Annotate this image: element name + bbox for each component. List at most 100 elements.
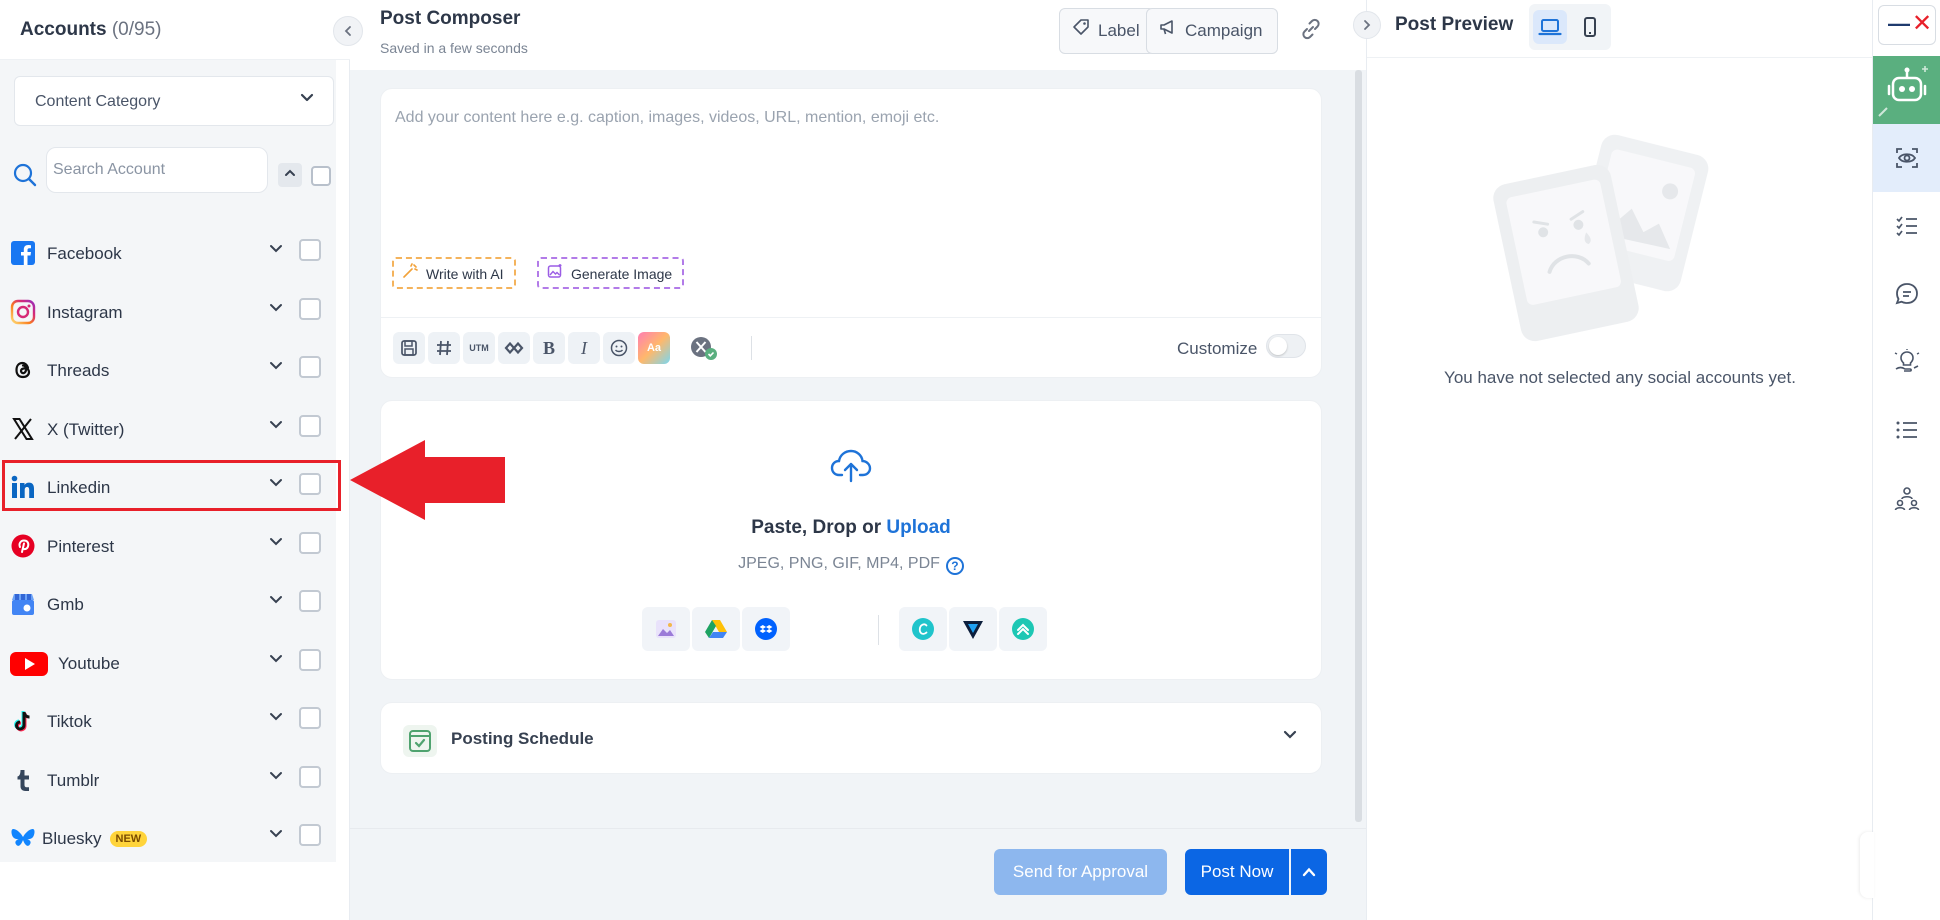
send-for-approval-button[interactable]: Send for Approval	[994, 849, 1167, 895]
platform-checkbox[interactable]	[299, 297, 321, 320]
red-arrow-annotation	[350, 440, 505, 520]
platform-checkbox[interactable]	[299, 590, 321, 612]
ideas-button[interactable]	[1873, 328, 1940, 396]
emoji-icon[interactable]	[603, 332, 635, 364]
platform-row-bluesky[interactable]: Bluesky NEW	[0, 811, 336, 870]
search-account-input[interactable]	[46, 147, 268, 193]
utm-icon[interactable]: UTM	[463, 332, 495, 364]
vistacreate-button[interactable]	[949, 607, 997, 651]
font-style-icon[interactable]: Aa	[638, 332, 670, 364]
platform-row-instagram[interactable]: Instagram	[0, 285, 336, 344]
google-drive-button[interactable]	[692, 607, 740, 651]
hashtag-icon[interactable]	[428, 332, 460, 364]
platform-checkbox[interactable]	[299, 648, 321, 671]
platform-row-tiktok[interactable]: Tiktok	[0, 694, 336, 753]
platform-row-facebook[interactable]: Facebook	[0, 226, 336, 285]
ai-assistant-button[interactable]	[1873, 56, 1940, 124]
platform-checkbox[interactable]	[299, 239, 321, 261]
composer-scrollbar[interactable]	[1355, 70, 1362, 822]
write-with-ai-button[interactable]: Write with AI	[392, 257, 516, 289]
chevron-down-icon[interactable]	[268, 240, 284, 261]
upload-link[interactable]: Upload	[886, 517, 950, 538]
save-draft-icon[interactable]	[393, 332, 425, 364]
accounts-sidebar: Accounts (0/95) Content Category Faceboo…	[0, 0, 350, 920]
tag-icon	[1072, 10, 1090, 54]
media-upload-area[interactable]: Paste, Drop or Upload JPEG, PNG, GIF, MP…	[380, 400, 1322, 680]
help-icon[interactable]: ?	[945, 557, 964, 575]
close-icon[interactable]: ✕	[1912, 9, 1932, 38]
content-category-select[interactable]: Content Category	[14, 76, 334, 126]
supported-formats: JPEG, PNG, GIF, MP4, PDF?	[381, 555, 1321, 575]
minimize-icon[interactable]: —	[1888, 11, 1910, 37]
mobile-view-button[interactable]	[1573, 10, 1607, 44]
threads-icon	[15, 361, 31, 379]
content-editor[interactable]: Add your content here e.g. caption, imag…	[380, 88, 1322, 378]
chevron-down-icon[interactable]	[268, 416, 284, 437]
platform-checkbox[interactable]	[299, 765, 321, 788]
expand-preview-button[interactable]	[1353, 11, 1381, 39]
lightbulb-hand-icon	[1894, 349, 1920, 372]
posting-schedule-section[interactable]: Posting Schedule	[380, 702, 1322, 774]
link-icon[interactable]	[1298, 16, 1328, 46]
rail-drawer-handle[interactable]	[1860, 832, 1874, 898]
customize-toggle[interactable]	[1266, 334, 1306, 358]
canva-button[interactable]	[899, 607, 947, 651]
platform-checkbox[interactable]	[299, 707, 321, 729]
platform-checkbox[interactable]	[299, 356, 321, 378]
preview-eye-button[interactable]	[1873, 124, 1940, 192]
platform-checkbox[interactable]	[299, 414, 321, 437]
editor-divider	[381, 317, 1321, 318]
x-preview-icon[interactable]	[689, 335, 721, 363]
cloud-upload-icon	[830, 449, 872, 483]
chevron-down-icon[interactable]	[1281, 725, 1299, 749]
platform-row-gmb[interactable]: Gmb	[0, 577, 336, 636]
x-twitter-icon	[12, 417, 34, 440]
platform-row-x-twitter[interactable]: X (Twitter)	[0, 402, 336, 461]
campaign-button[interactable]: Campaign	[1146, 8, 1278, 54]
select-all-checkbox[interactable]	[311, 166, 331, 186]
chevron-down-icon[interactable]	[268, 591, 284, 612]
generate-image-button[interactable]: Generate Image	[537, 257, 685, 289]
italic-icon[interactable]: I	[568, 332, 600, 364]
chevron-down-icon[interactable]	[268, 825, 284, 846]
chevron-down-icon[interactable]	[268, 533, 284, 554]
accounts-title: Accounts (0/95)	[20, 19, 162, 41]
post-now-button[interactable]: Post Now	[1185, 849, 1289, 895]
label-button[interactable]: Label	[1059, 8, 1155, 54]
composer-footer: Send for Approval Post Now	[350, 828, 1366, 920]
platform-label: Instagram	[47, 302, 123, 322]
posting-schedule-label: Posting Schedule	[451, 729, 594, 748]
collapse-sidebar-button[interactable]	[333, 16, 363, 46]
media-library-button[interactable]	[642, 607, 690, 651]
chevron-down-icon[interactable]	[268, 767, 284, 788]
chevron-down-icon[interactable]	[268, 650, 284, 671]
post-preview-panel: Post Preview You have not selected any s…	[1353, 0, 1873, 920]
tasks-button[interactable]	[1873, 192, 1940, 260]
dropbox-button[interactable]	[742, 607, 790, 651]
platform-row-threads[interactable]: Threads	[0, 343, 336, 402]
vistacreate-icon	[963, 621, 983, 639]
platform-row-tumblr[interactable]: Tumblr	[0, 753, 336, 812]
platform-checkbox[interactable]	[299, 531, 321, 554]
platform-checkbox[interactable]	[299, 824, 321, 846]
editor-placeholder: Add your content here e.g. caption, imag…	[395, 109, 940, 126]
preview-header: Post Preview	[1367, 0, 1873, 58]
platform-label: Facebook	[47, 244, 122, 263]
chevron-down-icon[interactable]	[268, 708, 284, 729]
desktop-view-button[interactable]	[1533, 10, 1567, 44]
bold-icon[interactable]: B	[533, 332, 565, 364]
post-options-button[interactable]	[1291, 849, 1327, 895]
mobile-icon	[1584, 17, 1596, 37]
postnitro-button[interactable]	[999, 607, 1047, 651]
source-divider	[878, 615, 879, 645]
link-shortener-icon[interactable]	[498, 332, 530, 364]
platform-row-pinterest[interactable]: Pinterest	[0, 519, 336, 578]
comments-button[interactable]	[1873, 260, 1940, 328]
team-button[interactable]	[1873, 464, 1940, 532]
platform-row-youtube[interactable]: Youtube	[0, 636, 336, 695]
search-icon[interactable]	[12, 162, 38, 188]
chevron-down-icon[interactable]	[268, 357, 284, 378]
chevron-down-icon[interactable]	[268, 299, 284, 320]
sort-toggle-button[interactable]	[278, 163, 302, 187]
list-button[interactable]	[1873, 396, 1940, 464]
